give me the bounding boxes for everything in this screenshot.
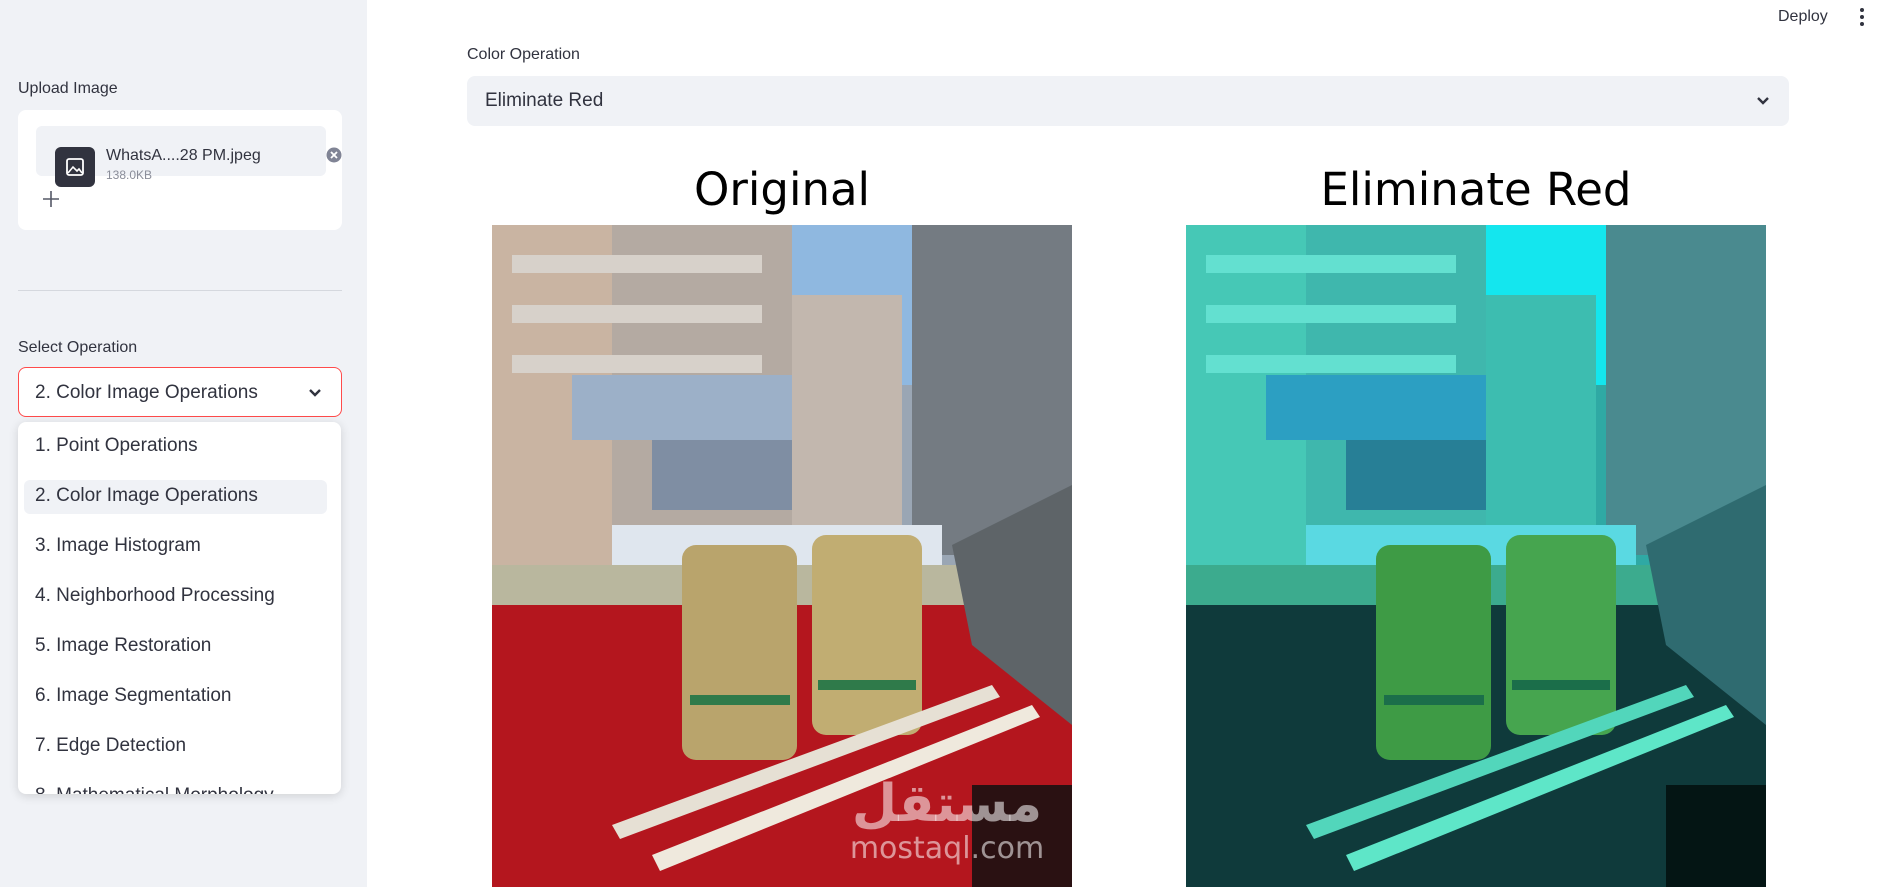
deploy-button[interactable]: Deploy [1778, 8, 1828, 26]
color-operation-label: Color Operation [467, 46, 580, 63]
upload-image-label: Upload Image [18, 80, 118, 97]
chevron-down-icon [1755, 94, 1771, 108]
main-menu-icon[interactable] [1858, 7, 1866, 27]
file-name: WhatsA....28 PM.jpeg [106, 147, 261, 164]
watermark-latin: mostaql.com [849, 831, 1045, 866]
color-operation-select[interactable]: Eliminate Red [467, 76, 1789, 126]
watermark-logo: مستقل mostaql.com [832, 776, 1062, 866]
sidebar: Upload Image WhatsA....28 PM.jpeg 138.0K… [0, 0, 367, 887]
uploaded-file: WhatsA....28 PM.jpeg 138.0KB [36, 126, 342, 187]
operation-select[interactable]: 2. Color Image Operations [18, 367, 342, 417]
image-file-icon [55, 147, 95, 187]
option-image-histogram[interactable]: 3. Image Histogram [24, 530, 327, 564]
original-image-title: Original [693, 163, 871, 216]
watermark-arabic: مستقل [851, 774, 1043, 834]
operation-select-value: 2. Color Image Operations [35, 382, 258, 403]
sidebar-divider [18, 290, 342, 291]
color-operation-value: Eliminate Red [485, 90, 604, 111]
remove-file-icon[interactable] [326, 147, 342, 163]
chevron-down-icon [307, 386, 323, 400]
option-mathematical-morphology[interactable]: 8. Mathematical Morphology [24, 780, 327, 794]
processed-image [1186, 225, 1766, 887]
processed-image-title: Eliminate Red [1320, 163, 1632, 216]
option-point-operations[interactable]: 1. Point Operations [24, 430, 327, 464]
operation-dropdown-menu: 1. Point Operations 2. Color Image Opera… [18, 422, 341, 794]
select-operation-label: Select Operation [18, 339, 138, 356]
add-file-icon[interactable] [40, 188, 62, 210]
file-size: 138.0KB [106, 168, 153, 182]
file-uploader[interactable]: WhatsA....28 PM.jpeg 138.0KB [18, 110, 342, 230]
option-image-segmentation[interactable]: 6. Image Segmentation [24, 680, 327, 714]
option-edge-detection[interactable]: 7. Edge Detection [24, 730, 327, 764]
option-image-restoration[interactable]: 5. Image Restoration [24, 630, 327, 664]
option-color-image-operations[interactable]: 2. Color Image Operations [24, 480, 327, 514]
option-neighborhood-processing[interactable]: 4. Neighborhood Processing [24, 580, 327, 614]
